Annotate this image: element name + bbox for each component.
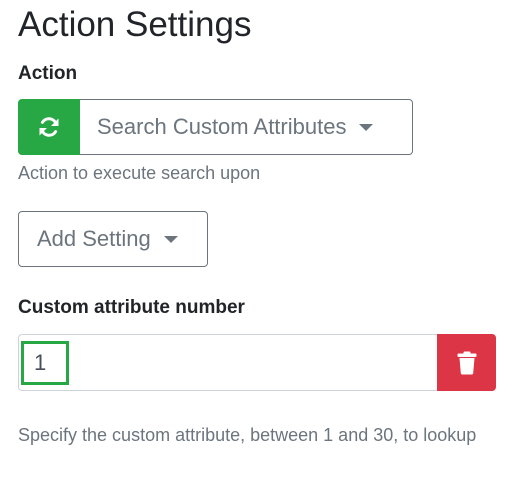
caret-down-icon: [359, 123, 374, 131]
action-dropdown[interactable]: Search Custom Attributes: [80, 99, 413, 155]
action-help-text: Action to execute search upon: [18, 163, 261, 183]
action-settings-panel: Action Settings Action Search Custom Att…: [0, 0, 520, 496]
add-setting-label: Add Setting: [37, 226, 151, 251]
custom-attribute-group: 1: [18, 334, 496, 391]
custom-attribute-input[interactable]: 1: [18, 334, 437, 391]
refresh-icon: [39, 117, 59, 137]
custom-attribute-help-text: Specify the custom attribute, between 1 …: [18, 425, 477, 445]
action-label: Action: [18, 63, 78, 84]
action-selector: Search Custom Attributes: [18, 99, 413, 155]
trash-icon: [457, 351, 476, 374]
custom-attribute-label: Custom attribute number: [18, 297, 245, 318]
add-setting-button[interactable]: Add Setting: [18, 211, 208, 267]
caret-down-icon: [163, 235, 178, 243]
page-title: Action Settings: [18, 5, 252, 44]
action-dropdown-value: Search Custom Attributes: [97, 114, 347, 139]
custom-attribute-value[interactable]: 1: [21, 341, 69, 385]
delete-button[interactable]: [437, 334, 496, 391]
refresh-button[interactable]: [18, 99, 80, 155]
